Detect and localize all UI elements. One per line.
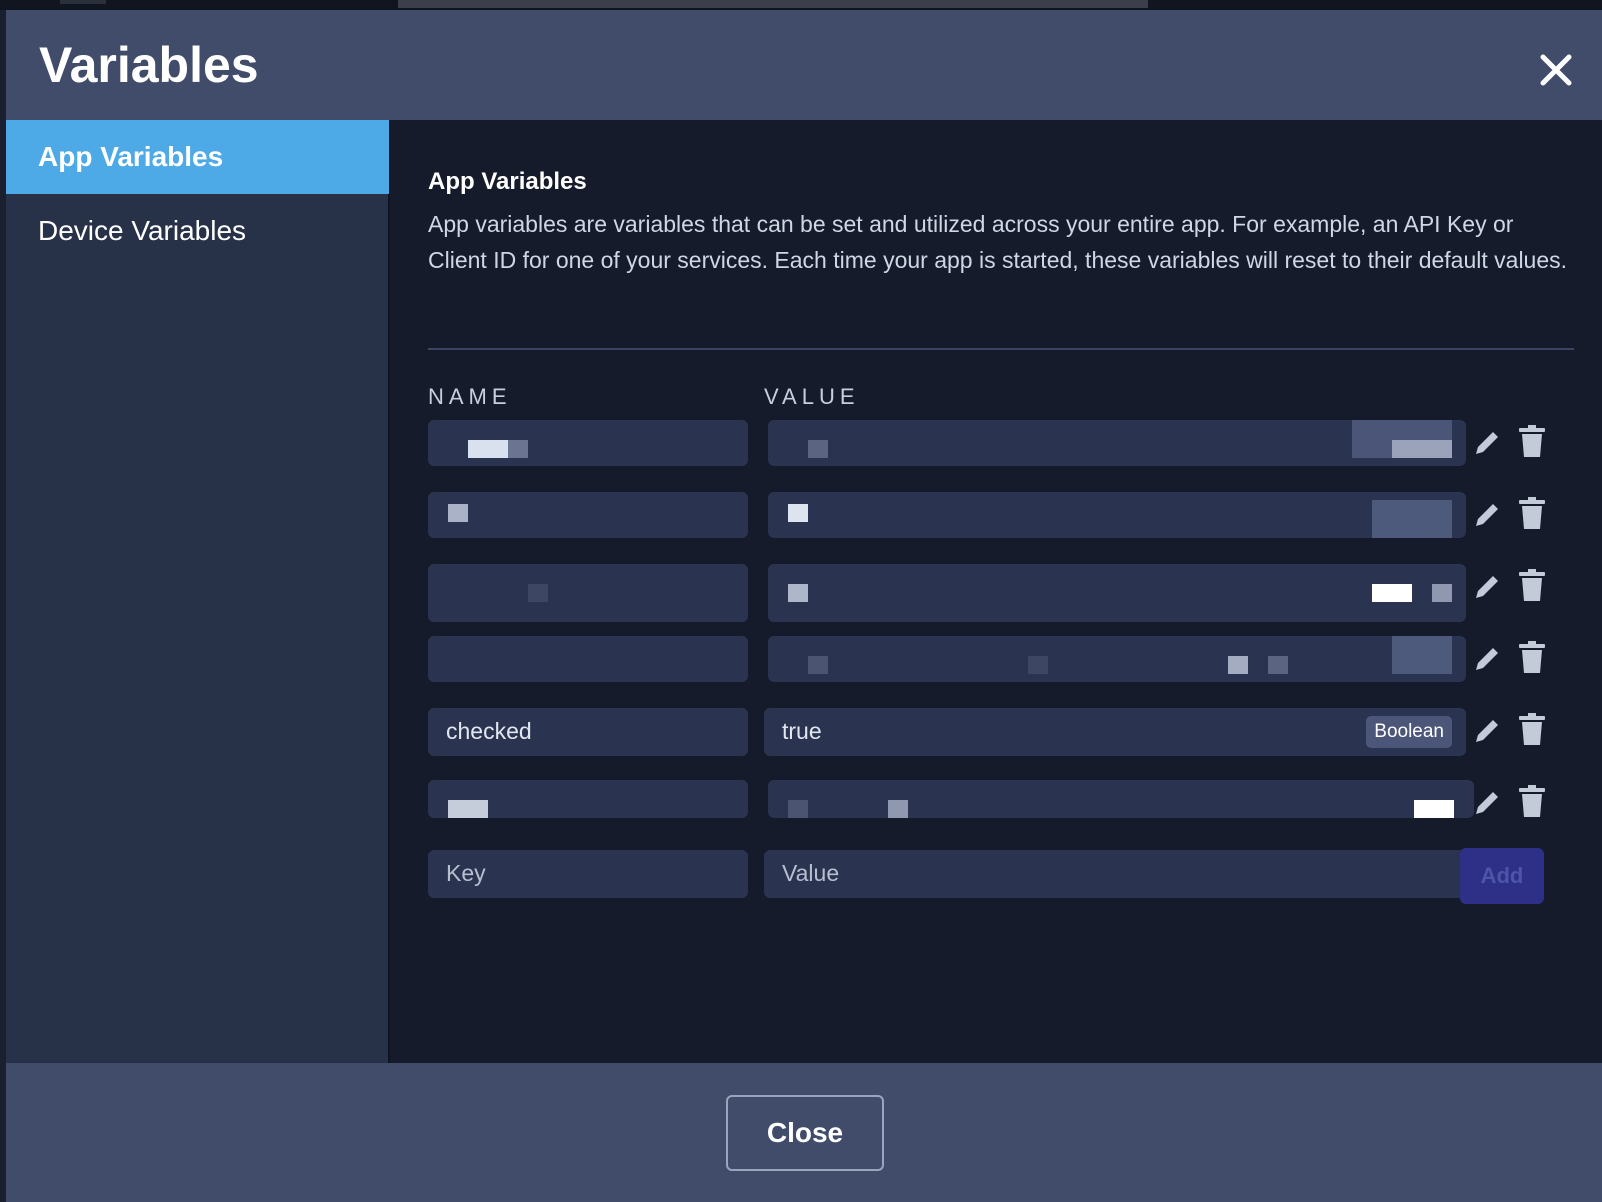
variable-value-field[interactable] — [768, 492, 1466, 538]
variable-name-field[interactable] — [428, 636, 748, 682]
redacted-block — [448, 800, 488, 818]
variables-dialog: Variables App Variables Device Variables… — [6, 10, 1602, 1202]
value-column-header: VALUE — [764, 384, 860, 409]
variables-sidebar: App Variables Device Variables — [6, 120, 390, 1072]
variable-name-field[interactable] — [428, 420, 748, 466]
variable-value-field[interactable] — [768, 636, 1466, 682]
background-app-strip — [0, 0, 1602, 10]
trash-icon[interactable] — [1516, 568, 1548, 602]
add-button[interactable]: Add — [1460, 848, 1544, 904]
variable-value-field[interactable]: true Boolean — [764, 708, 1466, 756]
sidebar-item-device-variables[interactable]: Device Variables — [6, 194, 389, 268]
variable-name-field[interactable] — [428, 780, 748, 818]
redacted-block — [1028, 656, 1048, 674]
variable-name-field[interactable] — [428, 492, 748, 538]
redacted-block — [1372, 584, 1412, 602]
redacted-block — [1414, 800, 1454, 818]
dialog-title: Variables — [39, 37, 259, 93]
sidebar-item-app-variables[interactable]: App Variables — [6, 120, 389, 194]
redacted-block — [448, 504, 468, 522]
variable-value-field[interactable] — [768, 780, 1474, 818]
variable-name-field[interactable]: checked — [428, 708, 748, 756]
key-input[interactable]: Key — [428, 850, 748, 898]
redacted-block — [1392, 440, 1452, 458]
variables-content: App Variables App variables are variable… — [390, 120, 1602, 1072]
close-button[interactable]: Close — [726, 1095, 884, 1171]
pencil-icon[interactable] — [1470, 426, 1502, 460]
redacted-block — [508, 440, 528, 458]
dialog-header: Variables — [6, 10, 1602, 120]
pencil-icon[interactable] — [1470, 498, 1502, 532]
redacted-block — [1268, 656, 1288, 674]
redacted-block — [1392, 636, 1452, 674]
dialog-footer: Close — [6, 1063, 1602, 1202]
trash-icon[interactable] — [1516, 640, 1548, 674]
redacted-block — [1372, 500, 1452, 538]
close-icon[interactable] — [1538, 52, 1574, 88]
redacted-block — [888, 800, 908, 818]
background-bar — [60, 0, 106, 4]
redacted-block — [1432, 584, 1452, 602]
redacted-block — [528, 584, 548, 602]
pencil-icon[interactable] — [1470, 714, 1502, 748]
variable-value-field[interactable] — [768, 564, 1466, 622]
trash-icon[interactable] — [1516, 784, 1548, 818]
value-input[interactable]: Value — [764, 850, 1466, 898]
pencil-icon[interactable] — [1470, 642, 1502, 676]
redacted-block — [808, 656, 828, 674]
redacted-block — [788, 504, 808, 522]
type-badge: Boolean — [1366, 716, 1452, 748]
trash-icon[interactable] — [1516, 424, 1548, 458]
redacted-block — [788, 800, 808, 818]
redacted-block — [808, 440, 828, 458]
pencil-icon[interactable] — [1470, 570, 1502, 604]
trash-icon[interactable] — [1516, 496, 1548, 530]
section-description: App variables are variables that can be … — [428, 211, 1568, 273]
variable-value-field[interactable] — [768, 420, 1466, 466]
divider — [428, 348, 1574, 350]
redacted-block — [468, 440, 508, 458]
name-column-header: NAME — [428, 384, 512, 409]
pencil-icon[interactable] — [1470, 786, 1502, 820]
variable-name-field[interactable] — [428, 564, 748, 622]
section-title: App Variables — [428, 168, 587, 195]
trash-icon[interactable] — [1516, 712, 1548, 746]
background-bar — [398, 0, 1148, 8]
redacted-block — [1228, 656, 1248, 674]
redacted-block — [788, 584, 808, 602]
variable-value-text: true — [782, 718, 822, 744]
